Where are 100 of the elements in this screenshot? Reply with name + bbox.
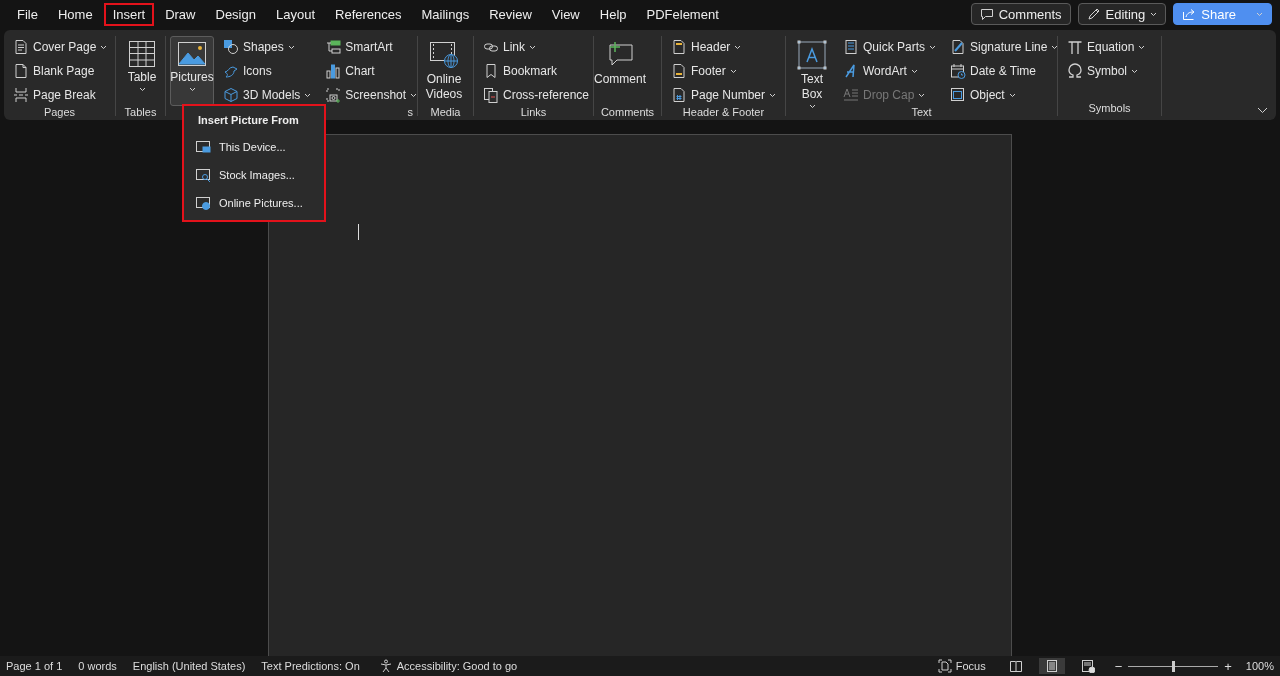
ribbon-button[interactable]: WordArt	[838, 60, 941, 82]
menu-item[interactable]: Stock Images...	[188, 162, 320, 188]
group-label: Comments	[600, 106, 655, 118]
document-icon	[13, 39, 29, 55]
ribbon-button[interactable]: Blank Page	[8, 60, 113, 82]
menu-tab[interactable]: Home	[48, 2, 102, 26]
menu-tab[interactable]: Help	[590, 2, 636, 26]
menu-tab[interactable]: Layout	[266, 2, 324, 26]
caret-icon	[287, 44, 295, 50]
menu-tab[interactable]: Mailings	[412, 2, 479, 26]
shapes-icon	[223, 39, 239, 55]
ribbon-button[interactable]: Page Number	[666, 84, 782, 106]
status-text[interactable]: 0 words	[78, 660, 117, 672]
speech-bubble-icon	[979, 7, 994, 21]
picture-search-icon	[195, 167, 211, 183]
caret-icon	[304, 92, 312, 98]
focus-icon	[937, 659, 952, 673]
group-label: Pages	[43, 106, 76, 118]
ribbon-button[interactable]: 3D Models	[218, 84, 317, 106]
signature-icon	[950, 39, 966, 55]
group-label: Text	[911, 106, 932, 118]
ribbon-button[interactable]: SmartArt	[320, 36, 423, 58]
caret-icon	[734, 44, 742, 50]
ribbon-button[interactable]: Object	[945, 84, 1064, 106]
ribbon-button[interactable]: Chart	[320, 60, 423, 82]
ribbon-button[interactable]: Signature Line	[945, 36, 1064, 58]
ribbon-button[interactable]: Bookmark	[478, 60, 595, 82]
calendar-icon	[950, 63, 966, 79]
accessibility-button[interactable]: Accessibility: Good to go	[375, 658, 521, 674]
view-button[interactable]	[1038, 658, 1065, 674]
object-icon	[950, 87, 966, 103]
ribbon-button[interactable]: Online Videos	[422, 36, 466, 106]
screenshot-icon	[325, 87, 342, 103]
ribbon-button[interactable]: Pictures	[170, 36, 214, 106]
menu-item[interactable]: Online Pictures...	[188, 190, 320, 216]
ribbon-button[interactable]: Footer	[666, 60, 782, 82]
ribbon-button[interactable]: Equation	[1062, 36, 1151, 58]
comments-button[interactable]: Comments	[970, 3, 1071, 25]
ribbon-button[interactable]: Header	[666, 36, 782, 58]
picture-icon	[177, 40, 207, 68]
caret-icon	[410, 92, 418, 98]
ribbon-button[interactable]: Shapes	[218, 36, 317, 58]
ribbon-button[interactable]: Text Box	[790, 36, 834, 106]
video-globe-icon	[429, 40, 459, 70]
zoom-percent[interactable]: 100%	[1245, 660, 1274, 672]
status-text[interactable]: English (United States)	[132, 660, 246, 672]
menu-tab[interactable]: Insert	[103, 2, 155, 26]
focus-button[interactable]: Focus	[934, 658, 989, 674]
text-cursor	[358, 224, 359, 240]
ribbon-button[interactable]: Page Break	[8, 84, 113, 106]
caret-icon	[1256, 11, 1263, 17]
ribbon-button[interactable]: Link	[478, 36, 595, 58]
drop-cap-icon	[843, 87, 859, 103]
read-mode-icon	[1008, 659, 1023, 673]
ribbon-button[interactable]: Date & Time	[945, 60, 1064, 82]
zoom-out-button[interactable]: −	[1114, 658, 1123, 674]
pencil-icon	[1086, 7, 1101, 21]
hierarchy-icon	[325, 39, 342, 55]
page-break-icon	[13, 87, 29, 103]
ribbon-button[interactable]: Table	[120, 36, 164, 106]
header-icon	[671, 39, 687, 55]
editing-button[interactable]: Editing	[1077, 3, 1167, 25]
menu-tab[interactable]: Review	[480, 2, 541, 26]
menu-tab[interactable]: PDFelement	[637, 2, 728, 26]
group-label: Symbols	[1088, 102, 1131, 114]
caret-icon	[1131, 68, 1138, 74]
ribbon-button[interactable]: Symbol	[1062, 60, 1151, 82]
page-number-icon	[671, 87, 687, 103]
status-text[interactable]: Page 1 of 1	[6, 660, 63, 672]
cross-reference-icon	[483, 87, 499, 103]
caret-icon	[918, 92, 926, 98]
caret-icon	[808, 104, 816, 109]
status-text[interactable]: Text Predictions: On	[261, 660, 360, 672]
menu-tab[interactable]: References	[326, 2, 411, 26]
group-label: Header & Footer	[682, 106, 765, 118]
menu-tab[interactable]: Design	[206, 2, 265, 26]
caret-icon	[1051, 44, 1059, 50]
slider-thumb[interactable]	[1172, 660, 1176, 672]
ribbon-button[interactable]: Cover Page	[8, 36, 113, 58]
caret-icon	[100, 44, 108, 50]
group-label: Media	[430, 106, 461, 118]
web-layout-icon	[1080, 659, 1095, 673]
menu-tab[interactable]: File	[8, 2, 47, 26]
caret-icon	[138, 87, 146, 92]
picture-globe-icon	[195, 195, 211, 211]
menu-item[interactable]: This Device...	[188, 134, 320, 160]
caret-icon	[729, 68, 737, 74]
bar-chart-icon	[325, 63, 342, 79]
table-grid-icon	[128, 40, 156, 68]
zoom-in-button[interactable]: +	[1224, 658, 1232, 674]
ribbon-button[interactable]: Screenshot	[320, 84, 423, 106]
chevron-down-icon	[1257, 107, 1268, 114]
group-label: Tables	[124, 106, 157, 118]
cube-icon	[223, 87, 239, 103]
menu-tab[interactable]: Draw	[156, 2, 205, 26]
share-icon	[1182, 7, 1197, 21]
ribbon-button[interactable]: Icons	[218, 60, 317, 82]
menu-tab[interactable]: View	[542, 2, 589, 26]
ribbon-button[interactable]: Cross-reference	[478, 84, 595, 106]
ribbon-button[interactable]: Quick Parts	[838, 36, 941, 58]
